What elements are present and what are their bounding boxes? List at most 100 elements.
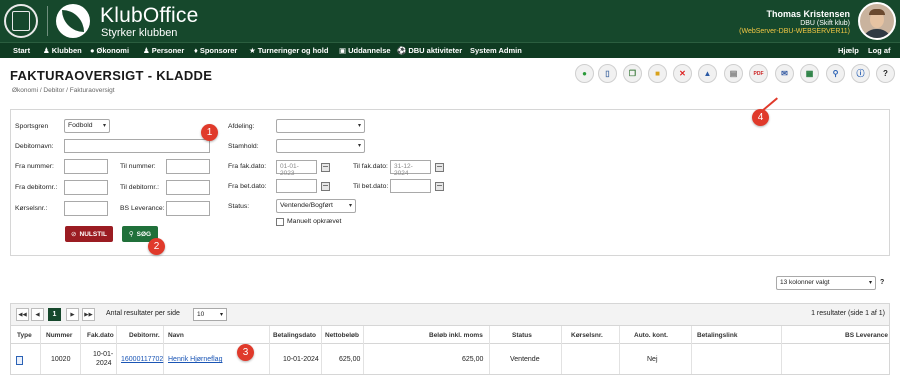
fra-debitornr-input[interactable] [64,180,108,195]
fra-nummer-input[interactable] [64,159,108,174]
columns-select[interactable]: 13 kolonner valgt ▾ [776,276,876,290]
col-bs-leverance[interactable]: BS Leverance [845,332,888,339]
last-page-button[interactable]: ▶▶ [82,308,95,321]
cell-navn-link[interactable]: Henrik Hjørneflag [168,356,222,363]
col-type[interactable]: Type [17,332,32,339]
per-page-select[interactable]: 10 ▾ [193,308,227,321]
pdf-icon: PDF [753,70,764,77]
invoice-document-icon[interactable] [16,356,23,365]
col-nettobeloeb[interactable]: Nettobeløb [325,332,359,339]
column-divider [363,326,364,374]
nav-item-hjaelp[interactable]: Hjælp [838,46,859,55]
til-bet-dato-input[interactable] [390,179,431,193]
col-fak-dato[interactable]: Fak.dato [87,332,114,339]
col-navn[interactable]: Navn [168,332,184,339]
user-name: Thomas Kristensen [766,9,850,19]
next-page-icon: ▶ [70,311,75,318]
nav-item-dbu-aktiviteter[interactable]: ⚽ DBU aktiviteter [397,46,462,55]
column-divider [80,326,81,374]
afdeling-select[interactable]: ▾ [276,119,365,133]
avatar[interactable] [858,2,896,40]
cell-beloeb-inkl-moms: 625,00 [462,356,484,363]
folder-button[interactable]: ■ [648,64,667,83]
col-koerselsnr[interactable]: Kørselsnr. [571,332,603,339]
help-button[interactable]: ⓘ [851,64,870,83]
calendar-icon[interactable] [321,163,330,172]
add-button[interactable]: ● [575,64,594,83]
next-page-button[interactable]: ▶ [66,308,79,321]
dbu-logo[interactable] [4,4,38,38]
copy-button[interactable]: ❐ [623,64,642,83]
results-grid: ◀◀ ◀ 1 ▶ ▶▶ Antal resultater per side 10… [10,303,890,375]
til-debitornr-label: Til debitornr.: [120,184,160,191]
pdf-button[interactable]: PDF [749,64,768,83]
calendar-icon[interactable] [321,182,330,191]
column-divider [619,326,620,374]
col-status[interactable]: Status [512,332,532,339]
columns-help-icon[interactable]: ? [880,279,884,286]
breadcrumb: Økonomi / Debitor / Fakturaoversigt [12,87,115,94]
cell-debitornr-link[interactable]: 16000117702 [121,356,163,363]
column-divider [116,326,117,374]
col-auto-kont[interactable]: Auto. kont. [634,332,668,339]
excel-button[interactable]: ▦ [800,64,819,83]
column-divider [561,326,562,374]
nav-item-start[interactable]: Start [13,46,30,55]
kluboffice-logo[interactable] [56,4,90,38]
email-button[interactable]: ✉ [775,64,794,83]
last-page-icon: ▶▶ [84,311,93,318]
til-nummer-input[interactable] [166,159,210,174]
print-button[interactable]: ▤ [724,64,743,83]
col-betalingslink[interactable]: Betalingslink [697,332,737,339]
til-debitornr-input[interactable] [166,180,210,195]
calendar-icon[interactable] [435,163,444,172]
first-page-button[interactable]: ◀◀ [16,308,29,321]
handshake-icon: ♦ [194,46,198,55]
search-button[interactable]: ⚲ [826,64,845,83]
afdeling-label: Afdeling: [228,123,255,130]
question-button[interactable]: ? [876,64,895,83]
cell-auto-kont: Nej [647,356,658,363]
cell-nummer: 10020 [51,356,71,363]
user-club[interactable]: DBU (Skift klub) [739,20,850,27]
nav-item-system-admin[interactable]: System Admin [470,46,522,55]
document-button[interactable]: ▯ [598,64,617,83]
fra-bet-dato-label: Fra bet.dato: [228,183,267,190]
prev-page-button[interactable]: ◀ [31,308,44,321]
brand-title: KlubOffice [100,4,199,27]
koerselsnr-label: Kørselsnr.: [15,205,48,212]
person-icon: ♟ [143,46,150,55]
nav-item-personer[interactable]: ♟ Personer [143,46,184,55]
delete-button[interactable]: ✕ [673,64,692,83]
nav-item-klubben[interactable]: ♟ Klubben [43,46,82,55]
status-select[interactable]: Ventende/Bogført ▾ [276,199,356,213]
bs-leverance-input[interactable] [166,201,210,216]
manuelt-checkbox[interactable] [276,218,284,226]
page-button-1[interactable]: 1 [48,308,61,321]
til-fak-dato-input[interactable]: 31-12-2024 [390,160,431,177]
pager-bar: ◀◀ ◀ 1 ▶ ▶▶ Antal resultater per side 10… [11,304,889,326]
header-divider [47,6,48,36]
bank-button[interactable]: ▲ [698,64,717,83]
col-nummer[interactable]: Nummer [46,332,72,339]
nav-item-log-af[interactable]: Log af [868,46,891,55]
col-betalingsdato[interactable]: Betalingsdato [273,332,316,339]
annotation-marker-1: 1 [201,124,218,141]
people-icon: ♟ [43,46,50,55]
fra-bet-dato-input[interactable] [276,179,317,193]
nav-item-okonomi[interactable]: ● Økonomi [90,46,129,55]
nav-item-sponsorer[interactable]: ♦ Sponsorer [194,46,237,55]
koerselsnr-input[interactable] [64,201,108,216]
chevron-down-icon: ▾ [357,143,361,149]
sportsgren-select[interactable]: Fodbold ▾ [64,119,110,133]
fra-fak-dato-input[interactable]: 01-01-2023 [276,160,317,177]
stamhold-select[interactable]: ▾ [276,139,365,153]
cell-status: Ventende [510,356,540,363]
col-beloeb-inkl-moms[interactable]: Beløb inkl. moms [429,332,483,339]
nav-item-turneringer[interactable]: ★ Turneringer og hold [249,46,328,55]
col-debitornr[interactable]: Debitornr. [129,332,160,339]
debitornavn-input[interactable] [64,139,210,153]
calendar-icon[interactable] [435,182,444,191]
reset-button[interactable]: ⊘ NULSTIL [65,226,113,242]
nav-item-uddannelse[interactable]: ▣ Uddannelse [339,46,391,55]
